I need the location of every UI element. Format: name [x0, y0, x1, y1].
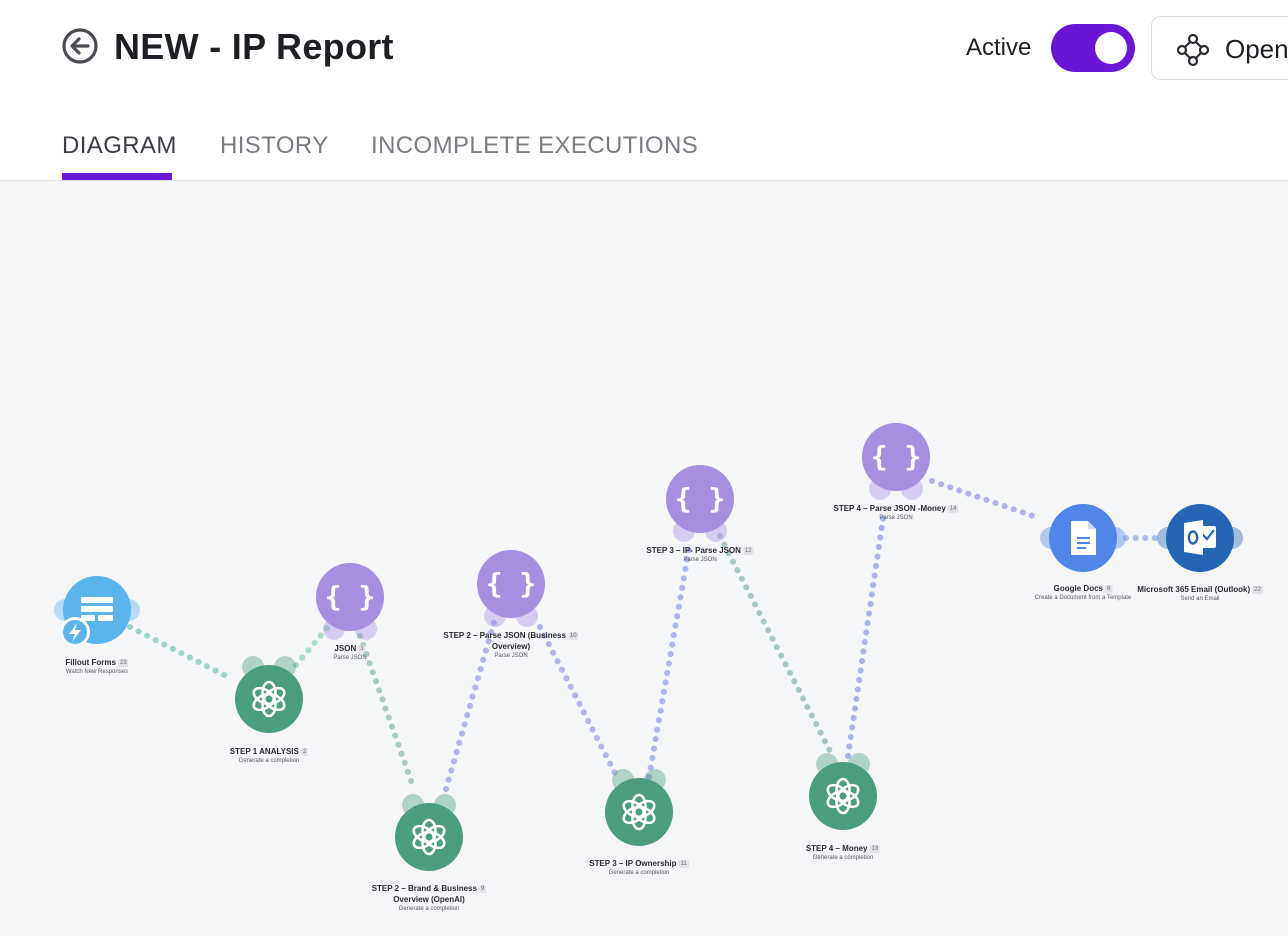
- node-subtitle: Generate a completion: [812, 855, 874, 861]
- nodes-layer: { } { } { } { }: [54, 423, 1243, 871]
- node-name: STEP 3 – IP- Parse JSON: [646, 546, 741, 555]
- tab-diagram[interactable]: DIAGRAM: [62, 132, 177, 160]
- node-label: STEP 4 – Parse JSON -Money 14: [833, 503, 959, 514]
- node-name: STEP 2 – Parse JSON (Business: [443, 631, 566, 640]
- tab-bar: DIAGRAM HISTORY INCOMPLETE EXECUTIONS: [0, 100, 1288, 181]
- node-label: Google Docs 6: [1054, 583, 1113, 594]
- json-icon: { }: [871, 440, 922, 473]
- node-count-badge: 6: [1105, 585, 1113, 593]
- open-button-label: Open: [1225, 34, 1288, 64]
- node-name-line2: Overview (OpenAI): [393, 895, 465, 904]
- node-label: JSON 3: [334, 643, 366, 654]
- node-count-badge: 23: [117, 659, 129, 667]
- node-count-badge: 14: [947, 505, 959, 513]
- node-name: STEP 4 – Parse JSON -Money: [833, 504, 946, 513]
- node-name-line2: Overview): [491, 642, 531, 651]
- svg-text:{ }: { }: [675, 482, 726, 515]
- node-step4money[interactable]: [809, 753, 877, 830]
- instant-trigger-icon: [60, 617, 90, 647]
- node-subtitle: Watch New Responses: [65, 669, 129, 675]
- node-label: STEP 1 ANALYSIS 2: [229, 746, 309, 757]
- json-icon: { }: [486, 567, 537, 600]
- node-step2brand[interactable]: [395, 794, 463, 871]
- node-name: STEP 4 – Money: [805, 844, 868, 853]
- node-circle: [395, 803, 463, 871]
- node-step3json[interactable]: { }: [666, 465, 734, 542]
- node-subtitle: Parse JSON: [683, 557, 717, 563]
- node-label: Microsoft 365 Email (Outlook) 22: [1137, 584, 1263, 595]
- node-label: STEP 3 – IP Ownership 11: [589, 858, 689, 869]
- active-toggle[interactable]: [1051, 24, 1135, 72]
- scenario-canvas[interactable]: { }{ }{ }{ } Fillout Forms 23 Watch New Res…: [0, 181, 1288, 936]
- node-label: STEP 4 – Money 13: [805, 843, 881, 854]
- toggle-knob: [1095, 32, 1127, 64]
- node-step2json[interactable]: { }: [477, 550, 545, 627]
- tab-history[interactable]: HISTORY: [220, 132, 329, 160]
- tab-incomplete-executions[interactable]: INCOMPLETE EXECUTIONS: [371, 132, 698, 160]
- svg-text:{ }: { }: [871, 440, 922, 473]
- node-count-badge: 12: [742, 547, 754, 555]
- node-step4json[interactable]: { }: [862, 423, 930, 500]
- node-label: STEP 2 – Parse JSON (Business 10 Overview): [443, 630, 579, 652]
- svg-text:{ }: { }: [486, 567, 537, 600]
- page-title: NEW - IP Report: [114, 26, 394, 67]
- node-subtitle: Send an Email: [1180, 596, 1220, 602]
- node-count-badge: 22: [1252, 586, 1263, 594]
- node-count-badge: 2: [300, 748, 309, 756]
- json-icon: { }: [325, 580, 376, 613]
- node-subtitle: Parse JSON: [879, 515, 913, 521]
- scenario-header: NEW - IP Report Active Open: [0, 0, 1288, 100]
- node-circle: [809, 762, 877, 830]
- node-name: STEP 1 ANALYSIS: [229, 747, 299, 756]
- node-circle: [605, 778, 673, 846]
- back-arrow-icon: [62, 28, 98, 64]
- node-name: Google Docs: [1053, 584, 1103, 593]
- node-name: STEP 2 – Brand & Business: [371, 884, 477, 893]
- node-name: Microsoft 365 Email (Outlook): [1137, 585, 1251, 594]
- active-label: Active: [966, 34, 1032, 61]
- node-subtitle: Parse JSON: [494, 653, 528, 659]
- node-name: STEP 3 – IP Ownership: [589, 859, 677, 868]
- google-docs-icon: [1071, 521, 1096, 555]
- node-subtitle: Generate a completion: [238, 758, 300, 764]
- node-name: Fillout Forms: [65, 658, 116, 667]
- node-fillout[interactable]: [54, 576, 140, 647]
- back-button[interactable]: [61, 27, 99, 65]
- node-step1[interactable]: [235, 656, 303, 733]
- node-json3[interactable]: { }: [316, 563, 384, 640]
- node-count-badge: 10: [567, 632, 579, 640]
- node-outlook[interactable]: [1157, 504, 1243, 572]
- node-gdocs[interactable]: [1040, 504, 1126, 572]
- connections-icon: [1176, 33, 1210, 67]
- node-subtitle: Parse JSON: [333, 655, 367, 661]
- node-count-badge: 9: [478, 885, 487, 893]
- node-subtitle: Generate a completion: [608, 870, 670, 876]
- node-label: Fillout Forms 23: [65, 657, 129, 668]
- node-subtitle: Generate a completion: [398, 906, 460, 912]
- node-name: JSON: [334, 644, 357, 653]
- node-label: STEP 3 – IP- Parse JSON 12: [646, 545, 754, 556]
- open-button[interactable]: Open: [1151, 16, 1288, 80]
- node-circle: [235, 665, 303, 733]
- node-label: STEP 2 – Brand & Business 9 Overview (Open…: [372, 883, 487, 905]
- node-count-badge: 3: [358, 645, 366, 653]
- active-tab-indicator: [62, 173, 172, 180]
- node-count-badge: 11: [678, 860, 689, 868]
- node-subtitle: Create a Document from a Template: [1034, 595, 1132, 601]
- json-icon: { }: [675, 482, 726, 515]
- node-count-badge: 13: [869, 845, 881, 853]
- node-step3ip[interactable]: [605, 769, 673, 846]
- svg-text:{ }: { }: [325, 580, 376, 613]
